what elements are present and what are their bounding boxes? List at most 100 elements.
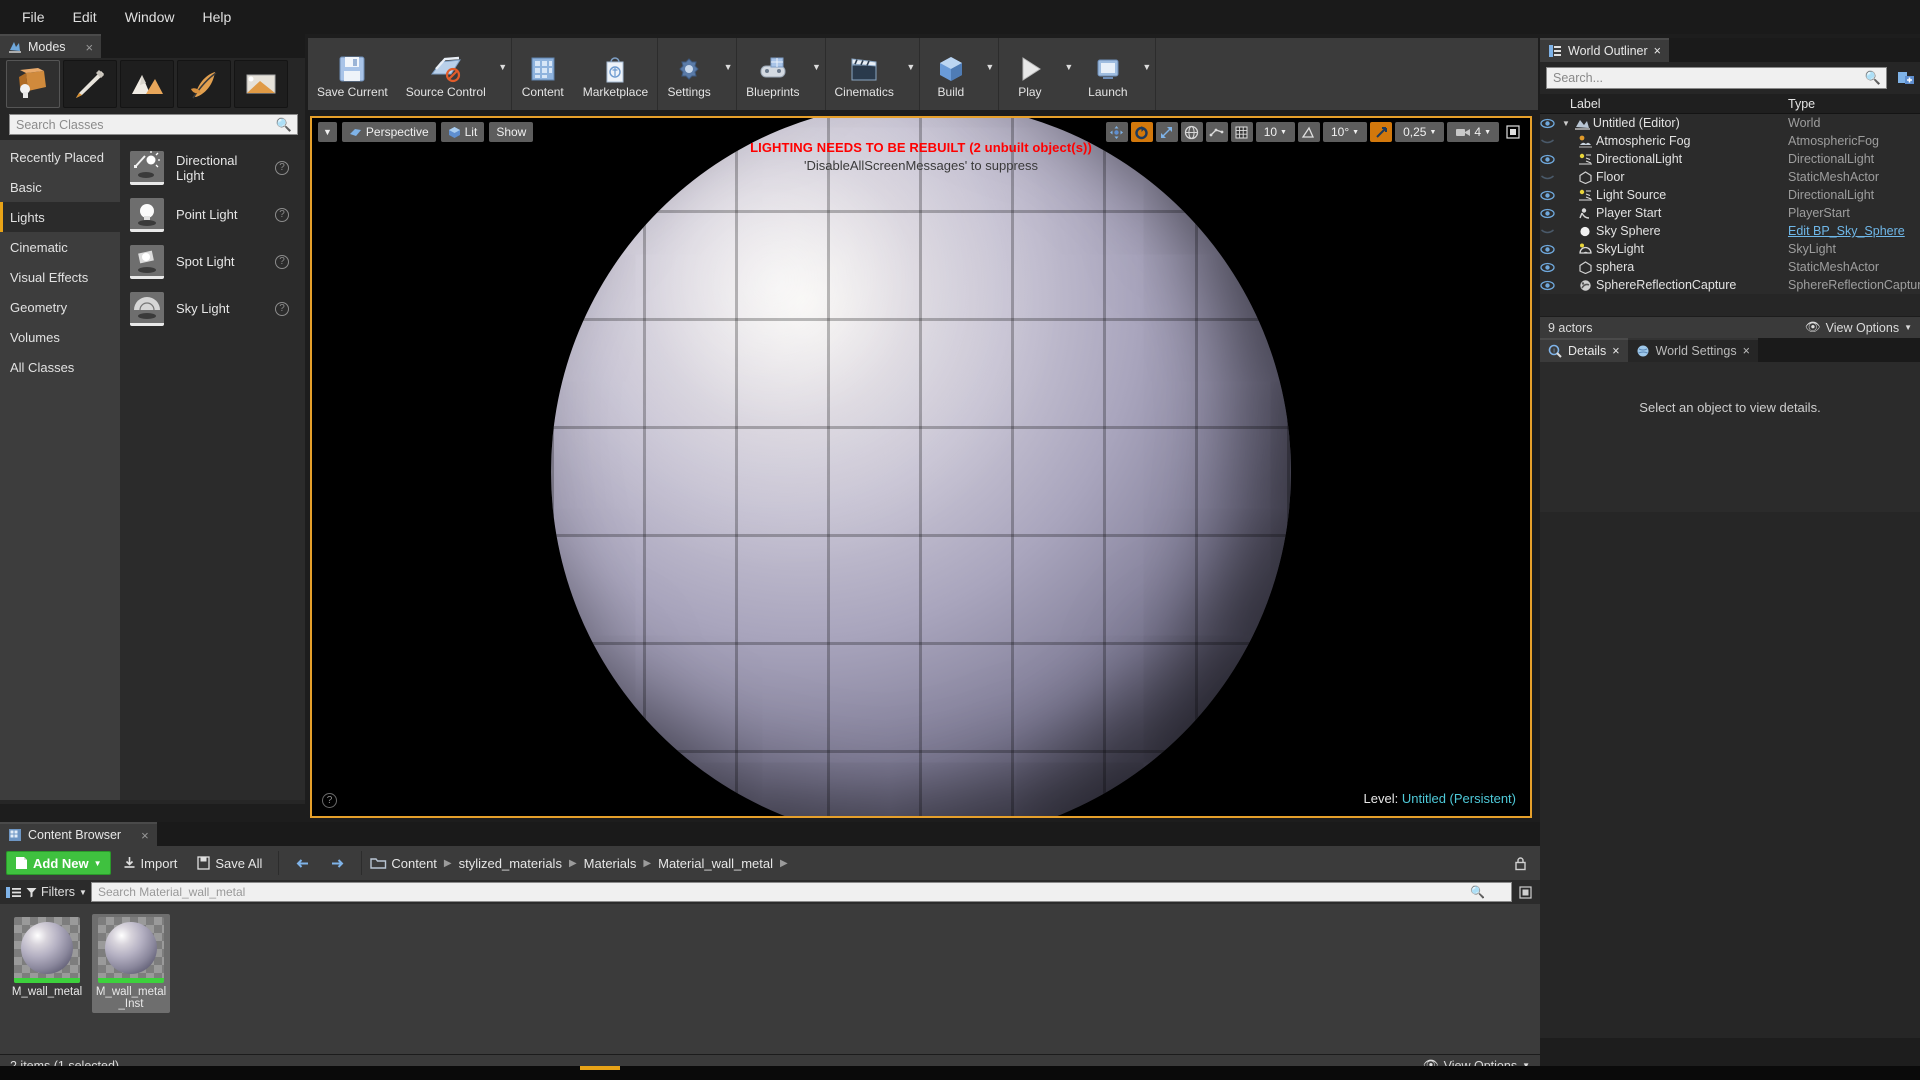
view-mode-button[interactable]: Lit — [440, 122, 485, 142]
camera-type-button[interactable]: Perspective — [341, 122, 436, 142]
search-icon[interactable]: 🔍 — [276, 117, 292, 133]
category-lights[interactable]: Lights — [0, 202, 120, 232]
level-viewport[interactable]: ▼ Perspective Lit Show 10 ▼ 10° ▼ 0,25 ▼… — [310, 116, 1532, 818]
outliner-row[interactable]: sphera StaticMeshActor — [1540, 258, 1920, 276]
source-control-button[interactable]: Source Control — [397, 38, 495, 110]
save-all-button[interactable]: Save All — [189, 851, 270, 875]
scale-snap-value[interactable]: 0,25 ▼ — [1395, 122, 1445, 142]
category-all-classes[interactable]: All Classes — [0, 352, 120, 382]
menu-edit[interactable]: Edit — [61, 5, 109, 29]
settings-button[interactable]: Settings — [658, 38, 720, 110]
search-icon[interactable]: 🔍 — [1470, 885, 1485, 899]
settings-dropdown-icon[interactable]: ▼ — [720, 38, 736, 110]
breadcrumb-item-stylized-materials[interactable]: stylized_materials — [459, 856, 562, 871]
visibility-toggle-icon[interactable] — [1540, 172, 1562, 183]
filters-button[interactable]: Filters ▼ — [26, 882, 87, 902]
outliner-row[interactable]: ▼ Untitled (Editor) World — [1540, 114, 1920, 132]
outliner-row[interactable]: Player Start PlayerStart — [1540, 204, 1920, 222]
list-item[interactable]: Sky Light ? — [120, 285, 305, 332]
world-coordinate-icon[interactable] — [1180, 122, 1203, 142]
close-icon[interactable]: × — [1743, 344, 1750, 358]
grid-snap-icon[interactable] — [1230, 122, 1253, 142]
category-cinematic[interactable]: Cinematic — [0, 232, 120, 262]
content-button[interactable]: Content — [512, 38, 574, 110]
foliage-mode-icon[interactable] — [177, 60, 231, 108]
column-type[interactable]: Type — [1780, 97, 1920, 111]
outliner-view-options-button[interactable]: 👁 View Options ▼ — [1805, 320, 1912, 335]
visibility-toggle-icon[interactable] — [1540, 280, 1562, 291]
add-item-icon[interactable] — [1897, 69, 1915, 87]
outliner-row[interactable]: Floor StaticMeshActor — [1540, 168, 1920, 186]
list-item[interactable]: Directional Light ? — [120, 144, 305, 191]
lock-icon[interactable] — [1513, 856, 1534, 871]
scale-snap-icon[interactable] — [1370, 122, 1393, 142]
expander-icon[interactable]: ▼ — [1562, 119, 1570, 128]
outliner-row[interactable]: DirectionalLight DirectionalLight — [1540, 150, 1920, 168]
rotate-mode-icon[interactable] — [1130, 122, 1153, 142]
category-volumes[interactable]: Volumes — [0, 322, 120, 352]
play-button[interactable]: Play — [999, 38, 1061, 110]
content-browser-search-input[interactable]: Search Material_wall_metal 🔍 — [90, 882, 1512, 902]
list-item[interactable]: Spot Light ? — [120, 238, 305, 285]
tab-world-settings[interactable]: World Settings × — [1627, 338, 1758, 362]
add-new-button[interactable]: Add New ▼ — [6, 851, 111, 875]
build-dropdown-icon[interactable]: ▼ — [982, 38, 998, 110]
help-icon[interactable]: ? — [275, 160, 289, 175]
marketplace-button[interactable]: Marketplace — [574, 38, 657, 110]
breadcrumb-item-material-wall-metal[interactable]: Material_wall_metal — [658, 856, 773, 871]
place-mode-icon[interactable] — [6, 60, 60, 108]
list-item[interactable]: Point Light ? — [120, 191, 305, 238]
category-recently-placed[interactable]: Recently Placed — [0, 142, 120, 172]
play-dropdown-icon[interactable]: ▼ — [1061, 38, 1077, 110]
visibility-toggle-icon[interactable] — [1540, 208, 1562, 219]
menu-help[interactable]: Help — [190, 5, 243, 29]
visibility-toggle-icon[interactable] — [1540, 118, 1562, 129]
save-current-button[interactable]: Save Current — [308, 38, 397, 110]
search-icon[interactable]: 🔍 — [1865, 70, 1881, 86]
launch-dropdown-icon[interactable]: ▼ — [1139, 38, 1155, 110]
visibility-toggle-icon[interactable] — [1540, 262, 1562, 273]
landscape-mode-icon[interactable] — [120, 60, 174, 108]
tab-modes[interactable]: Modes × — [0, 34, 102, 58]
visibility-toggle-icon[interactable] — [1540, 136, 1562, 147]
asset-item[interactable]: M_wall_metal — [8, 914, 86, 1001]
geometry-editing-mode-icon[interactable] — [234, 60, 288, 108]
back-button[interactable] — [287, 851, 318, 875]
blueprints-dropdown-icon[interactable]: ▼ — [809, 38, 825, 110]
cinematics-button[interactable]: Cinematics — [826, 38, 903, 110]
category-basic[interactable]: Basic — [0, 172, 120, 202]
help-icon[interactable]: ? — [275, 301, 289, 316]
cinematics-dropdown-icon[interactable]: ▼ — [903, 38, 919, 110]
help-icon[interactable]: ? — [275, 254, 289, 269]
outliner-row[interactable]: SkyLight SkyLight — [1540, 240, 1920, 258]
build-button[interactable]: Build — [920, 38, 982, 110]
close-icon[interactable]: × — [86, 40, 94, 55]
scale-mode-icon[interactable] — [1155, 122, 1178, 142]
menu-window[interactable]: Window — [113, 5, 187, 29]
visibility-toggle-icon[interactable] — [1540, 244, 1562, 255]
visibility-toggle-icon[interactable] — [1540, 190, 1562, 201]
breadcrumb-item-materials[interactable]: Materials — [584, 856, 637, 871]
view-toggle-icon[interactable] — [1516, 885, 1535, 899]
angle-snap-value[interactable]: 10° ▼ — [1322, 122, 1368, 142]
visibility-toggle-icon[interactable] — [1540, 154, 1562, 165]
source-control-dropdown-icon[interactable]: ▼ — [495, 38, 511, 110]
category-visual-effects[interactable]: Visual Effects — [0, 262, 120, 292]
show-flags-button[interactable]: Show — [489, 122, 534, 142]
grid-size-value[interactable]: 10 ▼ — [1255, 122, 1295, 142]
column-label[interactable]: Label — [1540, 97, 1780, 111]
close-icon[interactable]: × — [1654, 44, 1661, 58]
outliner-row[interactable]: Sky Sphere Edit BP_Sky_Sphere — [1540, 222, 1920, 240]
sources-panel-icon[interactable] — [5, 885, 22, 900]
menu-file[interactable]: File — [10, 5, 57, 29]
close-icon[interactable]: × — [141, 828, 149, 843]
chevron-right-icon[interactable]: ▶ — [640, 858, 654, 869]
forward-button[interactable] — [322, 851, 353, 875]
translate-mode-icon[interactable] — [1105, 122, 1128, 142]
outliner-row[interactable]: Light Source DirectionalLight — [1540, 186, 1920, 204]
category-geometry[interactable]: Geometry — [0, 292, 120, 322]
paint-mode-icon[interactable] — [63, 60, 117, 108]
breadcrumb-item-content[interactable]: Content — [391, 856, 437, 871]
viewport-options-menu[interactable]: ▼ — [318, 122, 337, 142]
asset-item[interactable]: M_wall_metal_Inst — [92, 914, 170, 1013]
